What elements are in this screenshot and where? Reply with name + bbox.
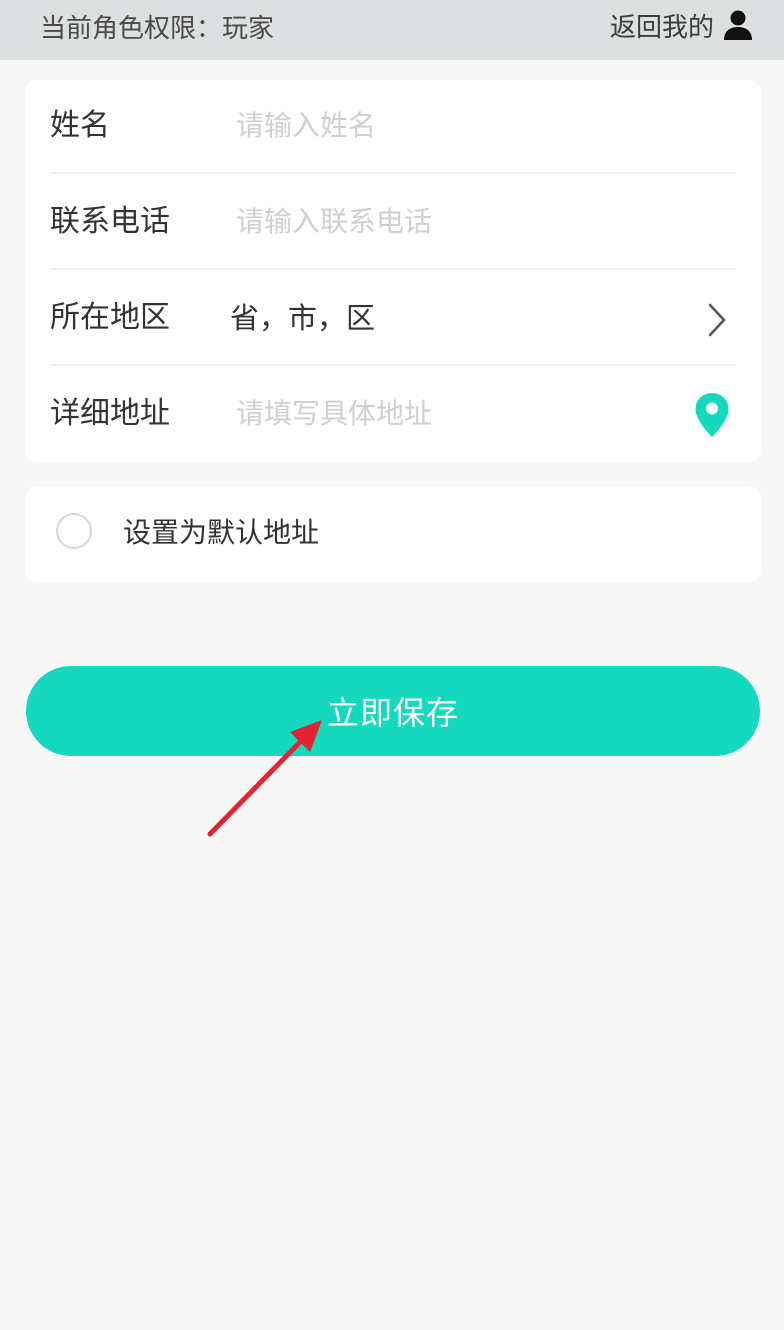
phone-input[interactable] [232,198,666,244]
user-icon [724,10,752,40]
back-to-mine-label: 返回我的 [609,12,714,43]
detail-address-label: 详细地址 [50,396,170,431]
name-row: 姓名 [50,80,736,174]
region-label: 所在地区 [50,300,170,335]
address-form-card: 姓名 联系电话 所在地区 省，市，区 详细地址 [25,80,761,462]
location-pin-icon[interactable] [694,392,730,438]
detail-address-input[interactable] [232,390,666,436]
role-permission-text: 当前角色权限：玩家 [40,14,275,44]
region-row[interactable]: 所在地区 省，市，区 [50,272,736,366]
region-selector[interactable]: 省，市，区 [230,298,375,338]
save-button[interactable]: 立即保存 [26,666,760,756]
phone-label: 联系电话 [50,204,170,239]
chevron-right-icon[interactable] [706,302,728,338]
default-address-radio[interactable] [56,513,92,549]
back-to-mine-button[interactable]: 返回我的 [610,6,754,44]
top-bar: 当前角色权限：玩家 返回我的 [0,0,784,60]
default-address-card: 设置为默认地址 [25,486,761,582]
detail-address-row: 详细地址 [50,368,736,462]
default-address-label: 设置为默认地址 [123,516,320,549]
name-label: 姓名 [50,108,110,143]
name-input[interactable] [232,102,666,148]
phone-row: 联系电话 [50,176,736,270]
